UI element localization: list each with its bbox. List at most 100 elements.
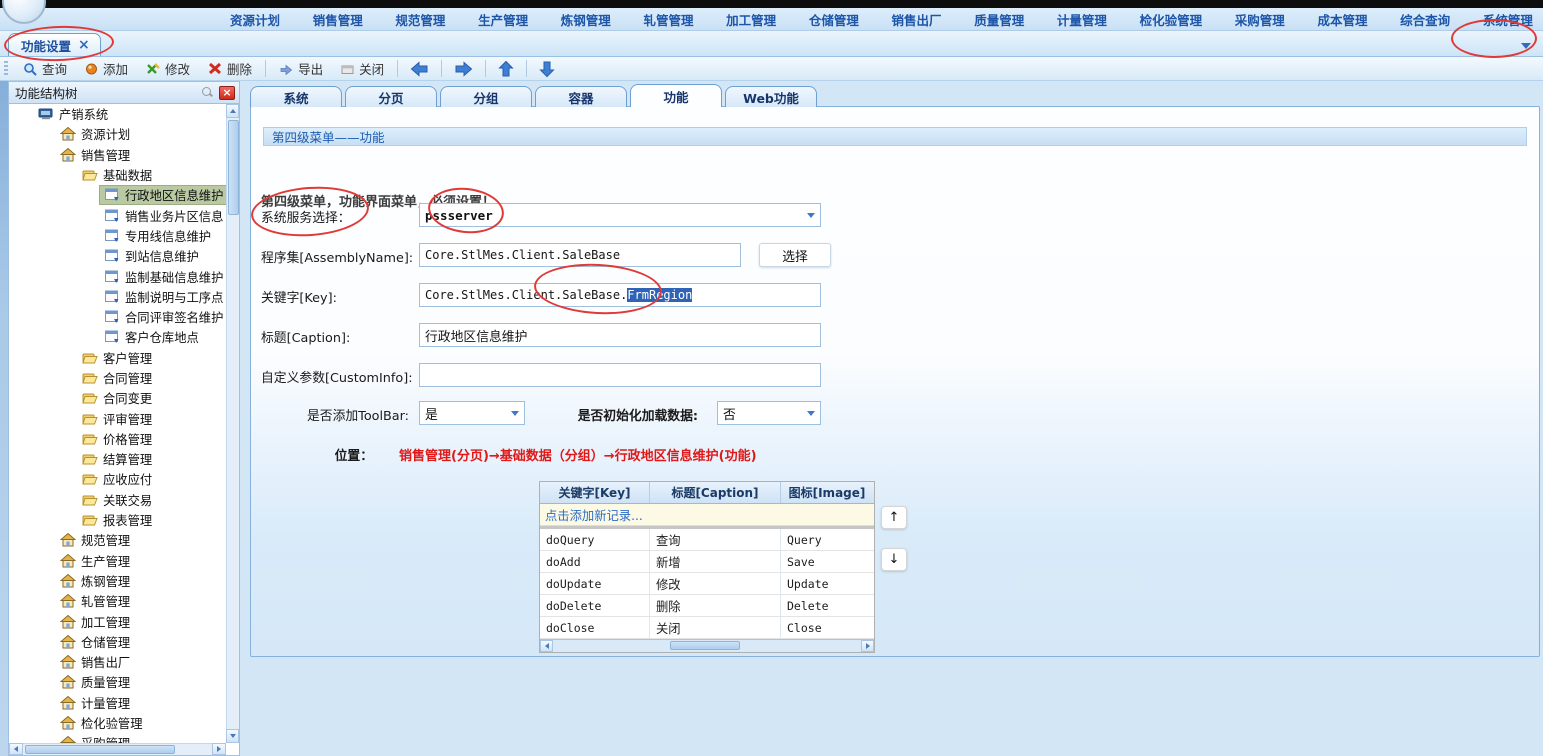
service-combobox[interactable]: pssserver	[419, 203, 821, 227]
grid-row[interactable]: doClose 关闭 Close	[540, 617, 874, 639]
tree-item[interactable]: 评审管理	[9, 408, 226, 428]
grid-horizontal-scrollbar[interactable]	[540, 639, 874, 652]
content-tab[interactable]: 分组	[440, 86, 532, 107]
menu-item[interactable]: 检化验管理	[1140, 10, 1203, 29]
query-button[interactable]: 查询	[14, 57, 76, 80]
menu-item[interactable]: 规范管理	[395, 10, 445, 29]
content-tab[interactable]: 功能	[630, 84, 722, 107]
tree-horizontal-scrollbar[interactable]	[9, 743, 226, 755]
scroll-left-icon[interactable]	[540, 640, 553, 652]
tree-item[interactable]: 仓储管理	[9, 632, 226, 652]
tree-scroll-thumb[interactable]	[228, 120, 239, 215]
row-move-down-button[interactable]: ↓	[881, 548, 907, 571]
content-tab[interactable]: 容器	[535, 86, 627, 107]
nav-up-button[interactable]	[490, 59, 522, 79]
tree-item[interactable]: 合同变更	[9, 388, 226, 408]
menu-item[interactable]: 销售管理	[313, 10, 363, 29]
tree-item[interactable]: 销售出厂	[9, 652, 226, 672]
tab-function-settings[interactable]: 功能设置 ×	[8, 33, 101, 56]
tree-item[interactable]: 合同管理	[9, 368, 226, 388]
grid-add-new-row[interactable]: 点击添加新记录...	[540, 504, 874, 526]
delete-button[interactable]: 删除	[199, 57, 261, 80]
tab-close-icon[interactable]: ×	[78, 39, 90, 51]
tree-item[interactable]: 客户仓库地点	[9, 327, 226, 347]
menu-item[interactable]: 生产管理	[478, 10, 528, 29]
nav-left-button[interactable]	[402, 60, 437, 78]
tree-item[interactable]: 质量管理	[9, 672, 226, 692]
close-button[interactable]: 关闭	[332, 57, 393, 80]
scroll-down-icon[interactable]	[226, 729, 239, 743]
tree-search-icon[interactable]	[202, 87, 213, 98]
row-move-up-button[interactable]: ↑	[881, 506, 907, 529]
custominfo-input[interactable]	[419, 363, 821, 387]
menu-item[interactable]: 资源计划	[230, 10, 280, 29]
tree-item[interactable]: 应收应付	[9, 469, 226, 489]
content-tab[interactable]: 系统	[250, 86, 342, 107]
caption-input[interactable]: 行政地区信息维护	[419, 323, 821, 347]
menu-item[interactable]: 采购管理	[1235, 10, 1285, 29]
scroll-right-icon[interactable]	[861, 640, 874, 652]
tree-item[interactable]: 炼钢管理	[9, 571, 226, 591]
grid-header-key[interactable]: 关键字[Key]	[540, 482, 650, 503]
tree-item[interactable]: 结算管理	[9, 449, 226, 469]
menu-item[interactable]: 系统管理	[1483, 10, 1533, 29]
menu-item[interactable]: 仓储管理	[809, 10, 859, 29]
tree-item[interactable]: 轧管管理	[9, 591, 226, 611]
tree-item[interactable]: 资源计划	[9, 124, 226, 144]
nav-down-button[interactable]	[531, 59, 563, 79]
tree-close-button[interactable]: ×	[219, 86, 235, 100]
tree-item[interactable]: 检化验管理	[9, 713, 226, 733]
menu-item[interactable]: 加工管理	[726, 10, 776, 29]
tree-item[interactable]: 产销系统	[9, 104, 226, 124]
menu-item[interactable]: 轧管管理	[643, 10, 693, 29]
scroll-up-icon[interactable]	[226, 104, 239, 118]
tree-item[interactable]: 加工管理	[9, 611, 226, 631]
tree-item[interactable]: 客户管理	[9, 348, 226, 368]
edit-button[interactable]: 修改	[137, 57, 199, 80]
menu-item[interactable]: 销售出厂	[892, 10, 942, 29]
grid-scroll-thumb[interactable]	[670, 641, 740, 650]
tree-item[interactable]: 关联交易	[9, 490, 226, 510]
menu-item[interactable]: 综合查询	[1400, 10, 1450, 29]
tree-item[interactable]: 采购管理	[9, 733, 226, 743]
menu-item[interactable]: 成本管理	[1317, 10, 1367, 29]
tree-item[interactable]: 销售业务片区信息	[9, 205, 226, 225]
tree-item[interactable]: 监制说明与工序点	[9, 287, 226, 307]
assembly-select-button[interactable]: 选择	[759, 243, 831, 267]
tree-item[interactable]: 合同评审签名维护	[9, 307, 226, 327]
tree-item[interactable]: 计量管理	[9, 693, 226, 713]
menu-item[interactable]: 计量管理	[1057, 10, 1107, 29]
export-button[interactable]: 导出	[270, 57, 332, 80]
tree-hscroll-thumb[interactable]	[25, 745, 175, 754]
menu-item[interactable]: 炼钢管理	[561, 10, 611, 29]
tree-item[interactable]: 销售管理	[9, 145, 226, 165]
init-load-combobox[interactable]: 否	[717, 401, 821, 425]
tree-item[interactable]: 专用线信息维护	[9, 226, 226, 246]
tree-item[interactable]: 生产管理	[9, 551, 226, 571]
tab-overflow-dropdown-icon[interactable]	[1521, 37, 1531, 52]
menu-item[interactable]: 质量管理	[974, 10, 1024, 29]
key-input[interactable]: Core.StlMes.Client.SaleBase.FrmRegion	[419, 283, 821, 307]
tree-item[interactable]: 基础数据	[9, 165, 226, 185]
add-button[interactable]: 添加	[76, 57, 137, 80]
scroll-right-icon[interactable]	[212, 743, 226, 755]
nav-right-button[interactable]	[446, 60, 481, 78]
grid-row[interactable]: doAdd 新增 Save	[540, 551, 874, 573]
chevron-down-icon[interactable]	[807, 411, 815, 416]
tree-item[interactable]: 规范管理	[9, 530, 226, 550]
tree-item[interactable]: 报表管理	[9, 510, 226, 530]
tree-item[interactable]: 监制基础信息维护	[9, 266, 226, 286]
tree-item[interactable]: 行政地区信息维护	[9, 185, 226, 205]
content-tab[interactable]: 分页	[345, 86, 437, 107]
assembly-input[interactable]: Core.StlMes.Client.SaleBase	[419, 243, 741, 267]
tree-vertical-scrollbar[interactable]	[226, 104, 239, 743]
add-toolbar-combobox[interactable]: 是	[419, 401, 525, 425]
chevron-down-icon[interactable]	[807, 213, 815, 218]
grid-row[interactable]: doQuery 查询 Query	[540, 529, 874, 551]
grid-row[interactable]: doUpdate 修改 Update	[540, 573, 874, 595]
tree-item[interactable]: 到站信息维护	[9, 246, 226, 266]
grid-header-caption[interactable]: 标题[Caption]	[650, 482, 781, 503]
tree-item[interactable]: 价格管理	[9, 429, 226, 449]
content-tab[interactable]: Web功能	[725, 86, 817, 107]
grid-header-image[interactable]: 图标[Image]	[781, 482, 873, 503]
